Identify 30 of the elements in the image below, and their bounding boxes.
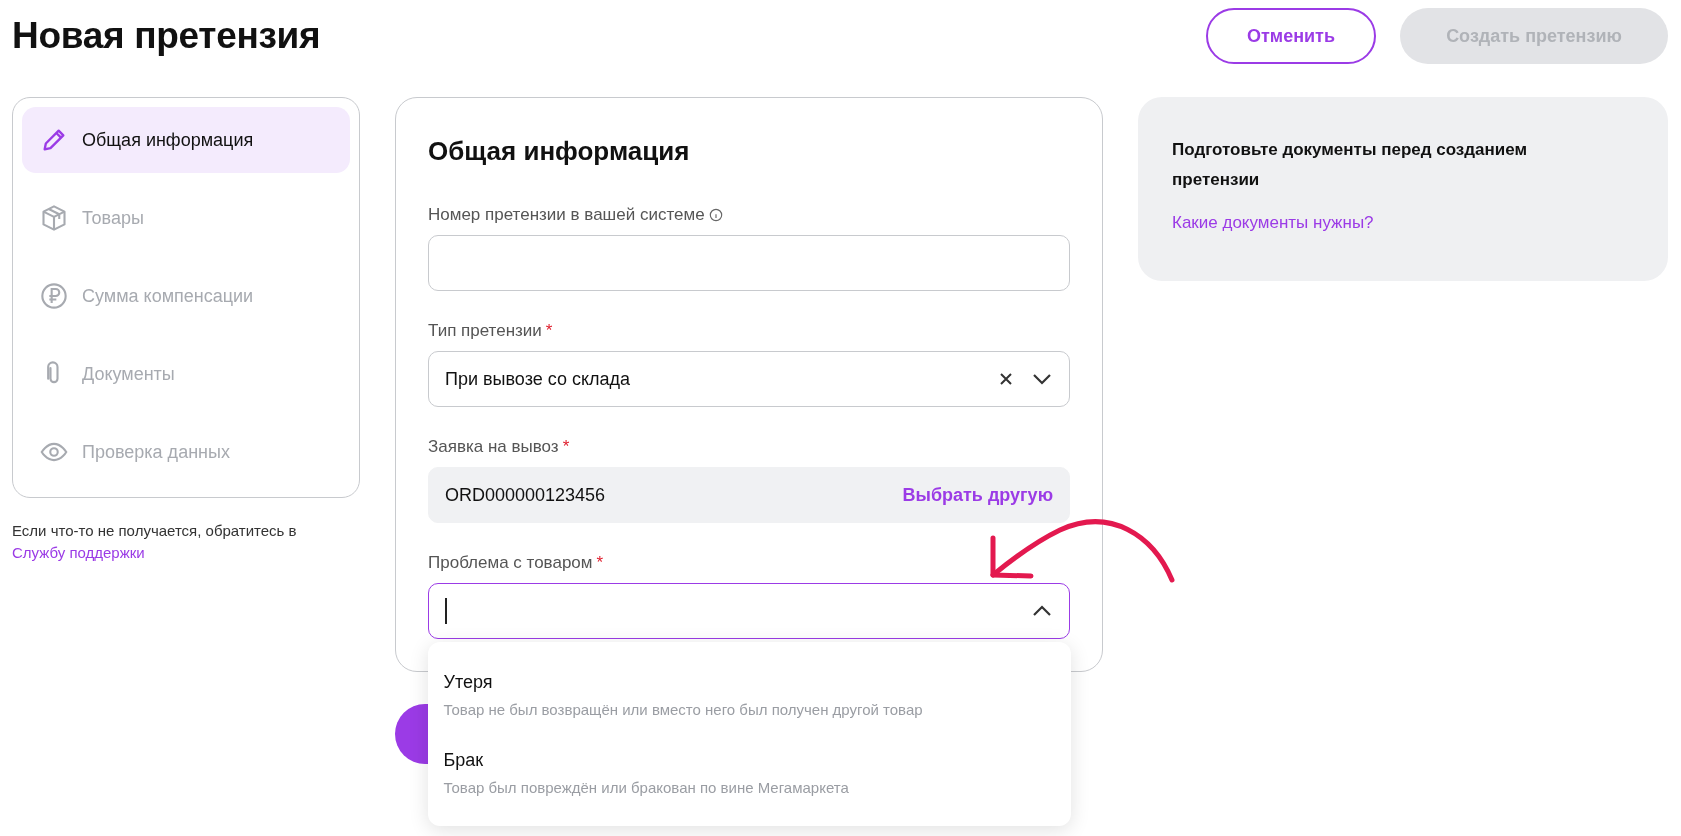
- help-text: Если что-то не получается, обратитесь в Службу поддержки: [12, 521, 298, 563]
- dropdown-option[interactable]: Утеря Товар не был возвращён или вместо него был получен другой товар: [427, 656, 1071, 734]
- cancel-button[interactable]: Отменить: [1206, 8, 1376, 64]
- text-field[interactable]: [428, 235, 1070, 291]
- required-mark: *: [545, 321, 553, 341]
- field-label: Заявка на вывоз: [428, 437, 559, 457]
- option-description: Товар был повреждён или бракован по вине Мегамаркета: [443, 779, 850, 796]
- ruble-icon: [40, 282, 68, 310]
- dropdown-option[interactable]: Брак Товар был повреждён или бракован по вине Мегамаркета: [427, 734, 1071, 812]
- select-value: При вывозе со склада: [445, 368, 631, 390]
- choose-another-link[interactable]: Выбрать другую: [902, 484, 1053, 506]
- field-label: Номер претензии в вашей системе: [428, 205, 705, 225]
- field-label: Проблема с товаром: [428, 553, 593, 573]
- support-link[interactable]: Службу поддержки: [12, 544, 145, 561]
- field-label: Тип претензии: [428, 321, 542, 341]
- notice-text: Подготовьте документы перед созданием претензии: [1172, 139, 1529, 191]
- option-description: Товар не был возвращён или вместо него был получен другой товар: [443, 701, 924, 718]
- option-title: Брак: [443, 750, 485, 771]
- option-title: Утеря: [443, 672, 494, 693]
- documents-link[interactable]: Какие документы нужны?: [1172, 213, 1374, 233]
- required-mark: *: [562, 437, 570, 457]
- select-field[interactable]: При вывозе со склада: [428, 351, 1070, 407]
- step-item[interactable]: Общая информация: [22, 107, 350, 173]
- close-icon[interactable]: [999, 372, 1013, 386]
- text-cursor: [445, 598, 447, 624]
- required-mark: *: [596, 553, 604, 573]
- box-icon: [40, 204, 68, 232]
- order-number: ORD000000123456: [445, 484, 606, 506]
- section-title: Общая информация: [428, 136, 691, 167]
- page-title: Новая претензия: [12, 15, 321, 57]
